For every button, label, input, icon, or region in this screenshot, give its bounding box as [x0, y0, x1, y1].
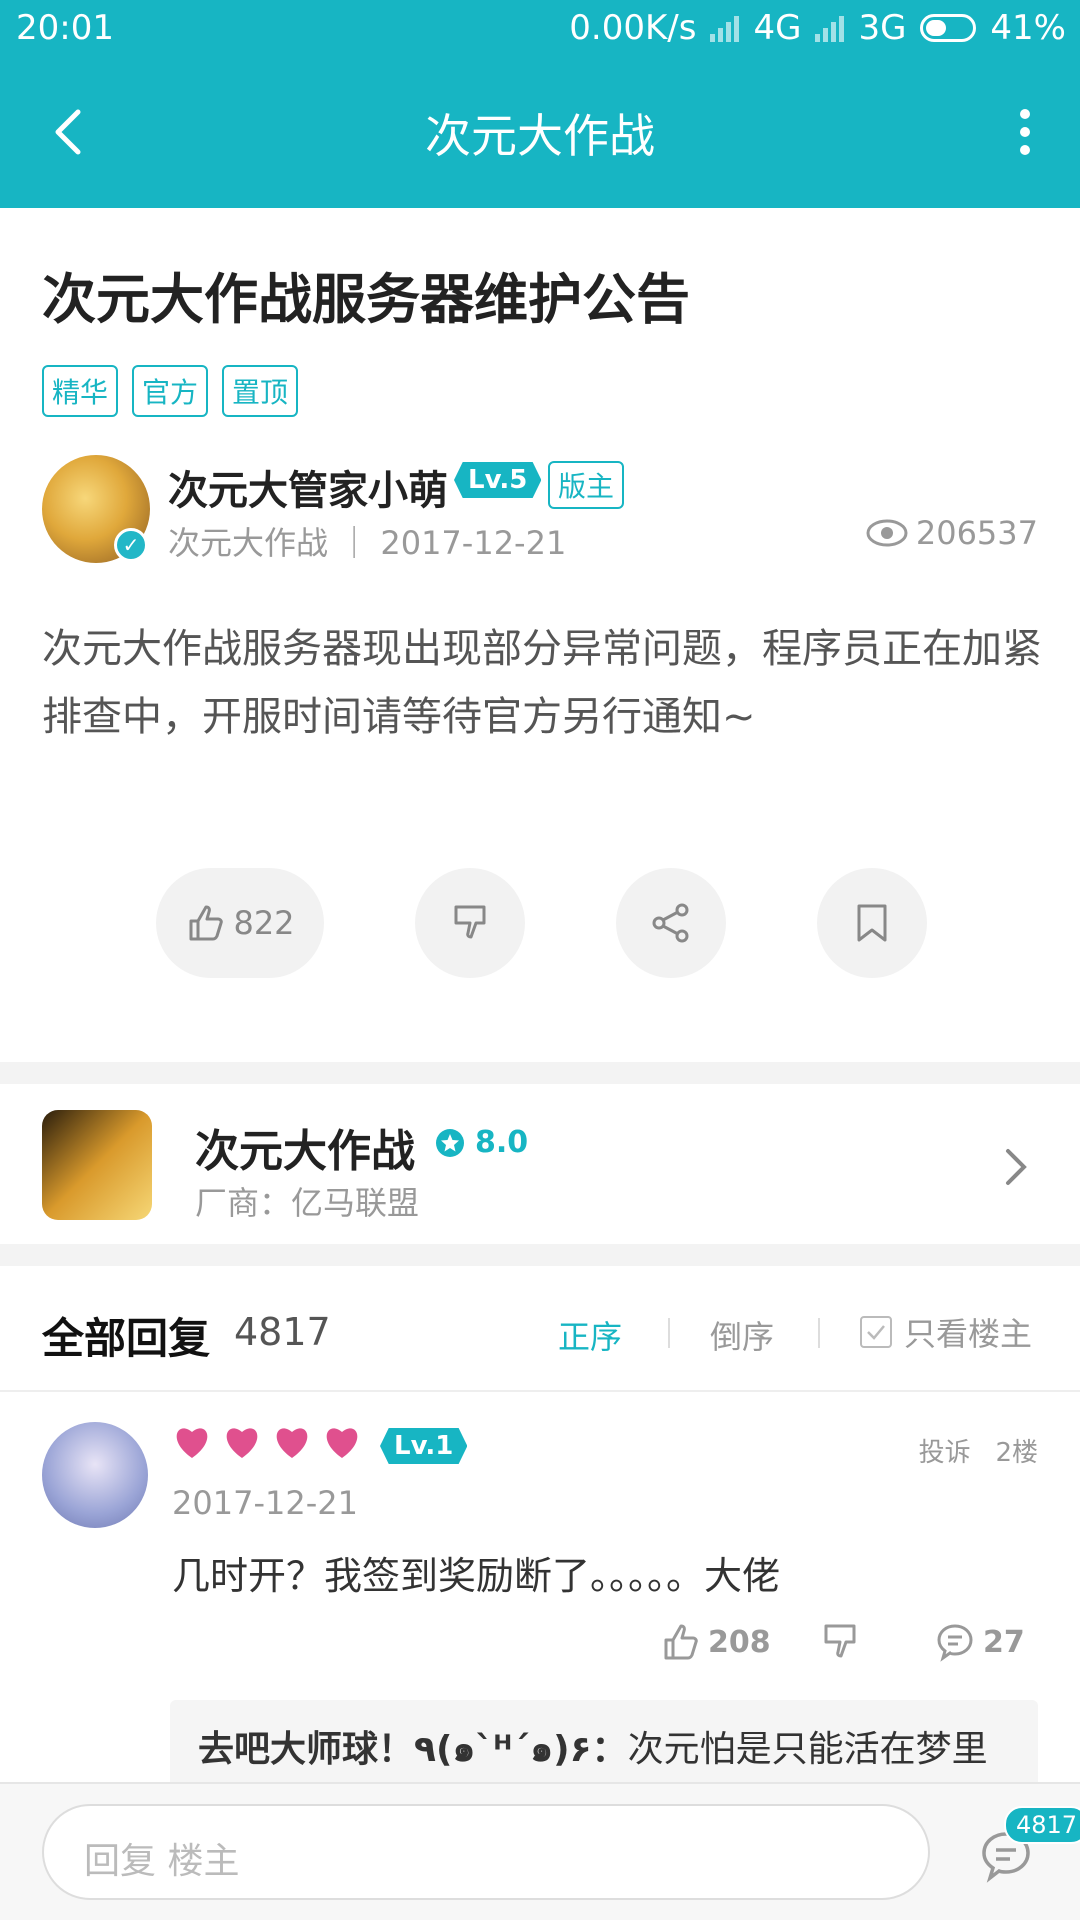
- page-title: 次元大作战: [425, 109, 655, 163]
- share-icon: [652, 903, 689, 943]
- author-level-badge: Lv.5: [454, 462, 542, 498]
- heart-icon: [176, 1428, 208, 1458]
- checkbox-icon: [860, 1316, 892, 1348]
- sub-reply-user[interactable]: 去吧大师球！٩(๑`ᴴ´๑)۶：: [198, 1729, 628, 1770]
- more-vertical-icon[interactable]: [1010, 102, 1040, 162]
- thumbs-up-icon: [664, 1624, 698, 1660]
- status-bar: 20:01 0.00K/s 4G 3G 41%: [0, 0, 1080, 58]
- reply-meta: 投诉 2楼: [919, 1432, 1038, 1469]
- only-op-toggle[interactable]: 只看楼主: [860, 1309, 1032, 1355]
- heart-icon: [226, 1428, 258, 1458]
- reply-count-badge: 4817: [1004, 1806, 1080, 1844]
- report-link[interactable]: 投诉: [919, 1438, 971, 1468]
- chevron-right-icon: [1006, 1149, 1027, 1185]
- sub-reply-text: 次元怕是只能活在梦里: [627, 1729, 988, 1770]
- battery-percent: 41%: [990, 8, 1066, 48]
- reply-dislike-button[interactable]: [820, 1622, 860, 1662]
- bookmark-icon: [857, 904, 887, 942]
- floor-number: 2楼: [995, 1438, 1038, 1468]
- section-divider: [0, 1062, 1080, 1084]
- signal-icon: [815, 14, 845, 42]
- view-count: 206537: [866, 514, 1038, 552]
- status-icons: 0.00K/s 4G 3G 41%: [569, 8, 1066, 48]
- divider: [0, 1390, 1080, 1392]
- post-meta: 次元大作战 ｜ 2017-12-21: [168, 524, 567, 562]
- game-icon: [42, 1110, 152, 1220]
- reply-text: 几时开？我签到奖励断了。。。。。大佬: [172, 1554, 781, 1598]
- network-4g: 4G: [753, 8, 802, 48]
- reply-level-badge: Lv.1: [380, 1428, 468, 1464]
- reply-username-hearts[interactable]: [172, 1424, 362, 1460]
- post-title: 次元大作战服务器维护公告: [42, 268, 690, 331]
- game-rating: 8.0: [435, 1125, 528, 1160]
- reply-input[interactable]: 回复 楼主: [42, 1804, 930, 1900]
- eye-icon: [866, 519, 908, 547]
- reply-comment-count: 27: [983, 1624, 1025, 1660]
- heart-icon: [276, 1428, 308, 1458]
- heart-icon: [326, 1428, 358, 1458]
- dislike-button[interactable]: [415, 868, 525, 978]
- game-rating-value: 8.0: [475, 1125, 529, 1160]
- reply-avatar[interactable]: [42, 1422, 148, 1528]
- thumbs-up-icon: [189, 905, 224, 941]
- game-vendor: 厂商：亿马联盟: [195, 1184, 420, 1222]
- post-tags: 精华 官方 置顶: [42, 365, 299, 417]
- thumbs-down-icon: [824, 1624, 856, 1658]
- bookmark-button[interactable]: [817, 868, 927, 978]
- reply-date: 2017-12-21: [172, 1484, 358, 1522]
- post-body: 次元大作战服务器现出现部分异常问题，程序员正在加紧排查中，开服时间请等待官方另行…: [42, 626, 1042, 740]
- view-count-value: 206537: [915, 514, 1038, 552]
- author-role-badge: 版主: [548, 461, 625, 509]
- only-op-label: 只看楼主: [904, 1315, 1033, 1353]
- sort-descending-tab[interactable]: 倒序: [710, 1312, 774, 1358]
- network-3g: 3G: [858, 8, 907, 48]
- divider: [668, 1318, 670, 1348]
- verified-icon: ✓: [114, 528, 148, 562]
- like-count: 822: [233, 904, 295, 942]
- signal-icon: [710, 14, 740, 42]
- like-button[interactable]: 822: [156, 868, 324, 978]
- tag-featured: 精华: [42, 365, 119, 417]
- thumbs-down-icon: [454, 905, 486, 939]
- comment-icon: [937, 1624, 973, 1662]
- share-button[interactable]: [616, 868, 726, 978]
- network-speed: 0.00K/s: [569, 8, 697, 48]
- section-divider: [0, 1244, 1080, 1266]
- sub-reply[interactable]: 去吧大师球！٩(๑`ᴴ´๑)۶：次元怕是只能活在梦里: [170, 1700, 1038, 1790]
- battery-icon: [920, 14, 977, 42]
- reply-comment-button[interactable]: 27: [935, 1622, 1025, 1662]
- divider: [818, 1318, 820, 1348]
- reply-like-count: 208: [708, 1624, 771, 1660]
- tag-pinned: 置顶: [222, 365, 299, 417]
- sort-ascending-tab[interactable]: 正序: [558, 1312, 622, 1358]
- author-name[interactable]: 次元大管家小萌: [168, 458, 448, 516]
- app-bar: 次元大作战: [0, 58, 1080, 208]
- game-name: 次元大作战: [195, 1126, 415, 1177]
- tag-official: 官方: [132, 365, 209, 417]
- reply-like-button[interactable]: 208: [660, 1622, 771, 1662]
- star-icon: [436, 1128, 464, 1157]
- replies-title: 全部回复: [42, 1314, 211, 1363]
- status-time: 20:01: [16, 8, 114, 48]
- replies-count: 4817: [234, 1310, 331, 1354]
